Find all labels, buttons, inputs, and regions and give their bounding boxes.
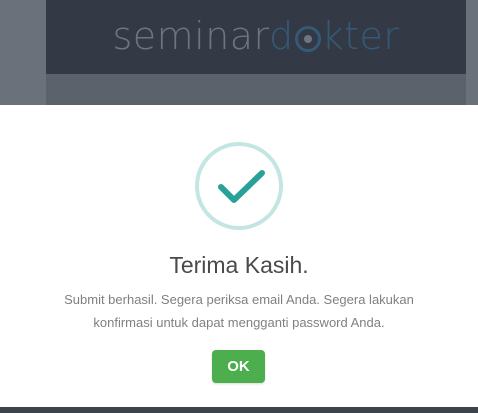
logo-text-seminar: seminar <box>112 14 270 58</box>
ok-button[interactable]: OK <box>212 350 265 383</box>
background-footer-bar <box>0 407 478 413</box>
background-panel-right <box>466 0 478 105</box>
logo-text-kter: kter <box>321 14 400 58</box>
logo-text-d: d <box>269 14 294 58</box>
logo-lens-icon <box>294 26 321 52</box>
checkmark-icon <box>195 142 283 230</box>
site-header: seminard kter <box>46 0 466 74</box>
site-logo: seminard kter <box>46 14 466 58</box>
dialog-message: Submit berhasil. Segera periksa email An… <box>64 292 414 330</box>
dialog-title: Terima Kasih. <box>169 252 309 278</box>
success-dialog: Terima Kasih. Submit berhasil. Segera pe… <box>0 105 478 407</box>
background-panel-left <box>0 0 46 105</box>
